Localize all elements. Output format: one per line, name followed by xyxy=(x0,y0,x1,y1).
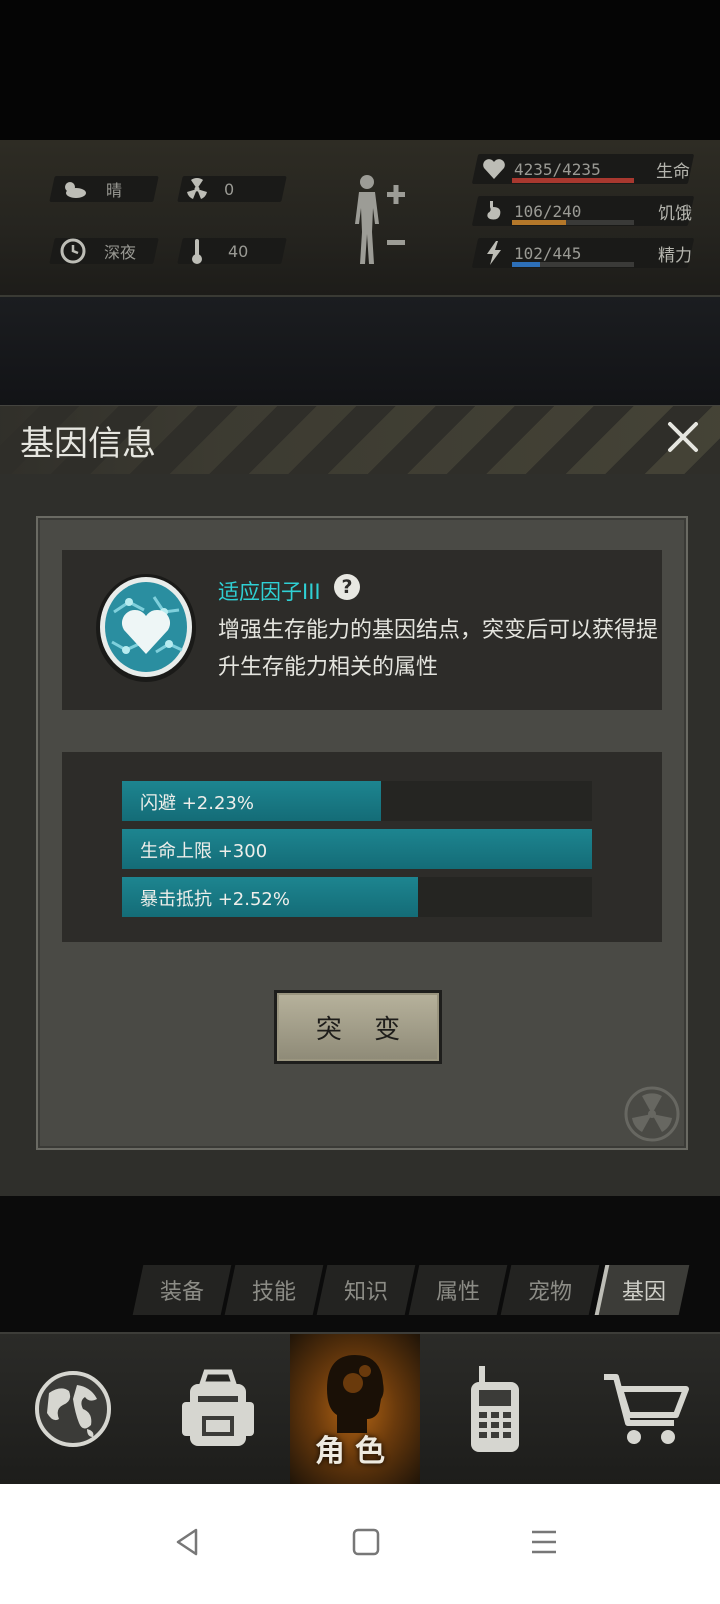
tab-skills[interactable]: 技能 xyxy=(224,1265,324,1315)
mutate-button[interactable]: 突 变 xyxy=(274,990,442,1064)
gene-info-box: 适应因子III ? 增强生存能力的基因结点，突变后可以获得提升生存能力相关的属性 xyxy=(62,550,662,710)
weather-status: 晴 xyxy=(60,176,122,202)
hunger-bar-fill xyxy=(512,220,566,225)
stat-label-max-health: 生命上限 +300 xyxy=(140,841,268,862)
radiation-status: 0 xyxy=(186,176,234,202)
body-status-icon[interactable] xyxy=(345,172,415,272)
gene-content-panel: 适应因子III ? 增强生存能力的基因结点，突变后可以获得提升生存能力相关的属性… xyxy=(36,516,688,1150)
temperature-status: 40 xyxy=(190,236,248,266)
gene-heart-icon xyxy=(96,574,196,682)
help-icon[interactable]: ? xyxy=(334,574,360,600)
tab-attributes[interactable]: 属性 xyxy=(408,1265,508,1315)
energy-label: 精力 xyxy=(658,245,692,266)
temperature-value: 40 xyxy=(228,241,249,261)
radiation-icon xyxy=(187,178,207,199)
weather-value: 晴 xyxy=(106,181,123,200)
nav-character[interactable]: 角色 xyxy=(290,1334,420,1484)
gene-description: 增强生存能力的基因结点，突变后可以获得提升生存能力相关的属性 xyxy=(218,618,659,680)
close-icon[interactable] xyxy=(660,414,706,460)
gene-name: 适应因子III xyxy=(218,580,321,604)
health-value: 4235/4235 xyxy=(514,159,601,179)
stat-bar-max-health: 生命上限 +300 xyxy=(122,829,592,869)
dialog-title: 基因信息 xyxy=(20,424,156,464)
bottom-nav: 角色 xyxy=(0,1332,720,1484)
radiation-value: 0 xyxy=(224,179,235,199)
nav-radio[interactable] xyxy=(420,1334,570,1484)
category-tabs: 装备 技能 知识 属性 宠物 基因 xyxy=(130,1265,700,1317)
stat-label-dodge: 闪避 +2.23% xyxy=(140,793,254,814)
walkie-talkie-icon xyxy=(471,1366,519,1452)
health-bar-fill xyxy=(512,178,634,183)
nav-backpack[interactable] xyxy=(145,1334,290,1484)
heart-icon xyxy=(483,159,505,179)
menu-icon[interactable] xyxy=(524,1522,564,1562)
gene-info-dialog: 基因信息 适应因子III ? 增强生存能力的基因结点，突变后可以获得提升生存能力… xyxy=(0,405,720,1196)
nav-shop[interactable] xyxy=(570,1334,720,1484)
stat-label-crit-resist: 暴击抵抗 +2.52% xyxy=(140,889,290,910)
home-icon[interactable] xyxy=(346,1522,386,1562)
tab-equipment[interactable]: 装备 xyxy=(132,1265,232,1315)
stat-bar-crit-resist: 暴击抵抗 +2.52% xyxy=(122,877,592,917)
status-bar: 晴 0 深夜 40 4235/4235 生命 106/240 饥饿 102/44… xyxy=(0,140,720,297)
tab-pets[interactable]: 宠物 xyxy=(500,1265,600,1315)
nav-character-label: 角色 xyxy=(315,1434,395,1469)
top-dark-area xyxy=(0,0,720,140)
back-icon[interactable] xyxy=(168,1522,208,1562)
thermometer-icon xyxy=(192,239,202,264)
time-status: 深夜 xyxy=(60,236,136,266)
hunger-value: 106/240 xyxy=(514,201,582,221)
weather-icon xyxy=(65,182,86,198)
radiation-watermark-icon xyxy=(624,1086,680,1142)
stat-bar-dodge: 闪避 +2.23% xyxy=(122,781,592,821)
tab-genes[interactable]: 基因 xyxy=(594,1265,690,1315)
system-navigation-bar xyxy=(0,1484,720,1604)
lightning-icon xyxy=(487,241,501,265)
clock-icon xyxy=(60,238,86,264)
mutate-button-label: 突 变 xyxy=(315,1014,413,1045)
health-label: 生命 xyxy=(656,161,690,182)
nav-world[interactable] xyxy=(0,1334,145,1484)
energy-value: 102/445 xyxy=(514,243,582,263)
shopping-cart-icon xyxy=(604,1374,689,1444)
energy-bar-fill xyxy=(512,262,541,267)
time-value: 深夜 xyxy=(104,243,137,262)
stomach-icon xyxy=(487,201,501,220)
dialog-header: 基因信息 xyxy=(0,406,720,474)
hunger-label: 饥饿 xyxy=(658,203,692,224)
scene-background xyxy=(0,297,720,407)
gene-stats-box: 闪避 +2.23% 生命上限 +300 暴击抵抗 +2.52% xyxy=(62,752,662,942)
tab-knowledge[interactable]: 知识 xyxy=(316,1265,416,1315)
backpack-icon xyxy=(181,1369,254,1446)
globe-icon xyxy=(34,1371,111,1447)
